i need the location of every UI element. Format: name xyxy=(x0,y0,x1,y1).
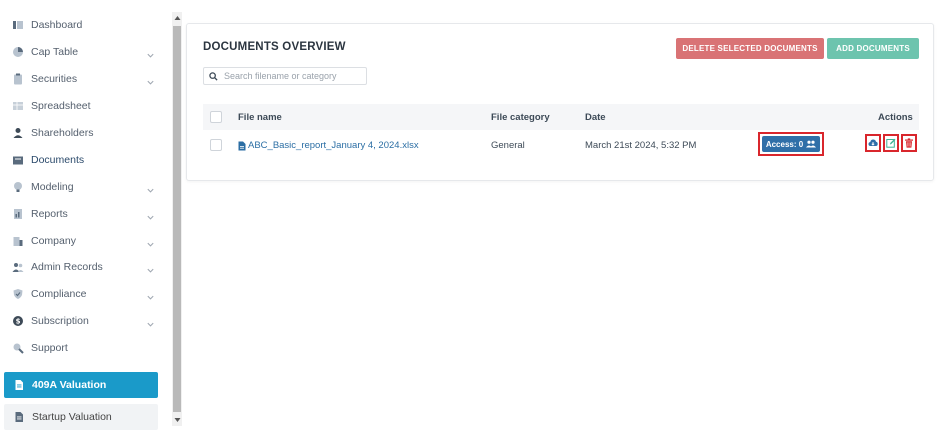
sidebar-item-subscription[interactable]: $ Subscription xyxy=(0,308,172,334)
sidebar-item-label: Documents xyxy=(31,154,85,166)
sidebar-item-409a-valuation[interactable]: 409A Valuation xyxy=(4,372,158,398)
delete-selected-documents-button[interactable]: DELETE SELECTED DOCUMENTS xyxy=(676,38,824,59)
search-input[interactable] xyxy=(224,71,360,81)
sidebar-item-spreadsheet[interactable]: Spreadsheet xyxy=(0,93,172,119)
sidebar: Dashboard Cap Table Securities Spreadshe… xyxy=(0,0,172,431)
file-name-link[interactable]: ABC_Basic_report_January 4, 2024.xlsx xyxy=(238,140,419,151)
sidebar-item-support[interactable]: Support xyxy=(0,335,172,361)
delete-button[interactable] xyxy=(901,134,917,152)
table-header: File name File category Date Actions xyxy=(203,104,919,130)
scroll-up-arrow-icon[interactable] xyxy=(172,13,182,23)
sidebar-item-label: Shareholders xyxy=(31,127,94,139)
sidebar-item-label: Securities xyxy=(31,73,78,85)
spreadsheet-icon xyxy=(11,99,25,113)
date-cell: March 21st 2024, 5:32 PM xyxy=(585,140,697,151)
chevron-down-icon xyxy=(146,262,156,273)
sidebar-item-documents[interactable]: Documents xyxy=(0,147,172,173)
access-highlight: Access: 0 xyxy=(758,132,824,156)
search-icon xyxy=(209,71,218,81)
support-icon xyxy=(11,341,25,355)
user-icon xyxy=(11,126,25,140)
clipboard-icon xyxy=(11,72,25,86)
sidebar-item-compliance[interactable]: Compliance xyxy=(0,281,172,307)
chevron-down-icon xyxy=(146,209,156,220)
sidebar-item-label: Startup Valuation xyxy=(32,411,112,423)
column-header-actions: Actions xyxy=(878,112,913,123)
document-icon xyxy=(12,378,26,392)
access-label: Access: 0 xyxy=(765,139,804,149)
sidebar-item-shareholders[interactable]: Shareholders xyxy=(0,120,172,146)
users-icon xyxy=(806,140,817,148)
documents-icon xyxy=(11,153,25,167)
sidebar-item-label: Modeling xyxy=(31,181,74,193)
report-icon xyxy=(11,207,25,221)
document-icon xyxy=(12,410,26,424)
add-documents-button[interactable]: ADD DOCUMENTS xyxy=(827,38,919,59)
file-name-text: ABC_Basic_report_January 4, 2024.xlsx xyxy=(248,140,419,151)
edit-icon xyxy=(886,138,896,148)
file-icon xyxy=(238,141,246,150)
search-box[interactable] xyxy=(203,67,367,85)
dashboard-icon xyxy=(11,18,25,32)
chevron-down-icon xyxy=(146,316,156,327)
sidebar-item-modeling[interactable]: Modeling xyxy=(0,174,172,200)
chevron-down-icon xyxy=(146,182,156,193)
sidebar-scrollbar[interactable] xyxy=(172,12,182,426)
sidebar-item-company[interactable]: Company xyxy=(0,228,172,254)
sidebar-item-label: Company xyxy=(31,235,76,247)
sidebar-item-dashboard[interactable]: Dashboard xyxy=(0,12,172,38)
shield-icon xyxy=(11,287,25,301)
download-button[interactable] xyxy=(865,134,881,152)
sidebar-item-admin-records[interactable]: Admin Records xyxy=(0,254,172,280)
admin-icon xyxy=(11,260,25,274)
svg-text:$: $ xyxy=(16,318,21,326)
column-header-date[interactable]: Date xyxy=(585,112,606,123)
documents-card: DOCUMENTS OVERVIEW DELETE SELECTED DOCUM… xyxy=(186,23,934,181)
scrollbar-thumb[interactable] xyxy=(173,26,181,412)
sidebar-item-startup-valuation[interactable]: Startup Valuation xyxy=(4,404,158,430)
building-icon xyxy=(11,234,25,248)
sidebar-item-label: Spreadsheet xyxy=(31,100,91,112)
column-header-file-category[interactable]: File category xyxy=(491,112,550,123)
chevron-down-icon xyxy=(146,47,156,58)
chevron-down-icon xyxy=(146,74,156,85)
access-button[interactable]: Access: 0 xyxy=(762,136,820,152)
pie-chart-icon xyxy=(11,45,25,59)
scroll-down-arrow-icon[interactable] xyxy=(172,415,182,425)
column-header-file-name[interactable]: File name xyxy=(238,112,282,123)
file-category-cell: General xyxy=(491,140,525,151)
chevron-down-icon xyxy=(146,289,156,300)
page-title: DOCUMENTS OVERVIEW xyxy=(203,41,346,53)
cloud-download-icon xyxy=(868,139,878,146)
sidebar-item-label: Compliance xyxy=(31,288,87,300)
sidebar-item-label: Cap Table xyxy=(31,46,79,58)
sidebar-item-securities[interactable]: Securities xyxy=(0,66,172,92)
trash-icon xyxy=(905,138,913,148)
sidebar-item-label: Dashboard xyxy=(31,19,83,31)
edit-button[interactable] xyxy=(883,134,899,152)
sidebar-item-label: Admin Records xyxy=(31,261,103,273)
sidebar-item-label: Reports xyxy=(31,208,68,220)
table-row: ABC_Basic_report_January 4, 2024.xlsx Ge… xyxy=(203,130,919,160)
row-checkbox[interactable] xyxy=(210,139,222,151)
sidebar-item-label: 409A Valuation xyxy=(32,379,107,391)
select-all-checkbox[interactable] xyxy=(210,111,222,123)
sidebar-item-reports[interactable]: Reports xyxy=(0,201,172,227)
lightbulb-icon xyxy=(11,180,25,194)
sidebar-item-label: Subscription xyxy=(31,315,89,327)
sidebar-item-cap-table[interactable]: Cap Table xyxy=(0,39,172,65)
sidebar-item-label: Support xyxy=(31,342,68,354)
chevron-down-icon xyxy=(146,236,156,247)
dollar-icon: $ xyxy=(11,314,25,328)
